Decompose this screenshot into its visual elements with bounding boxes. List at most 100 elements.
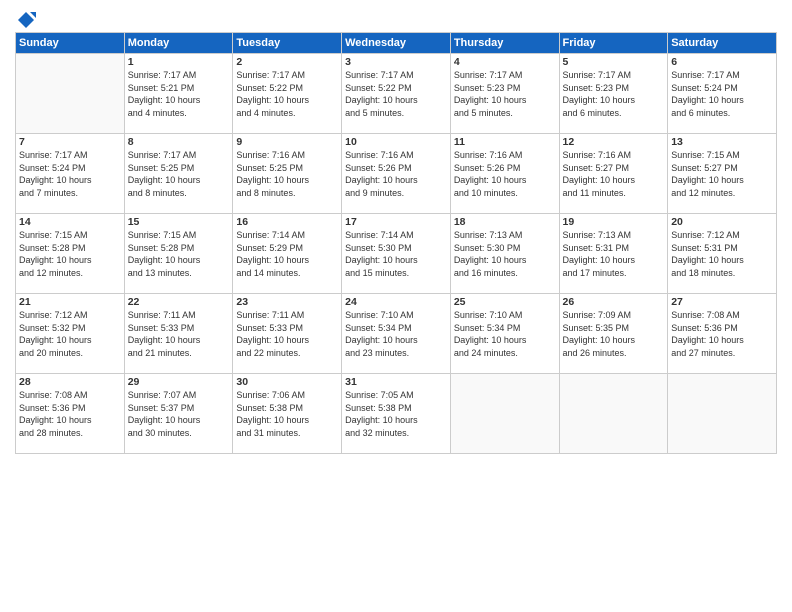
calendar-week-row: 7Sunrise: 7:17 AM Sunset: 5:24 PM Daylig…	[16, 134, 777, 214]
day-number: 30	[236, 376, 338, 388]
day-number: 21	[19, 296, 121, 308]
day-info: Sunrise: 7:05 AM Sunset: 5:38 PM Dayligh…	[345, 389, 447, 439]
calendar-header-sunday: Sunday	[16, 33, 125, 54]
day-info: Sunrise: 7:14 AM Sunset: 5:29 PM Dayligh…	[236, 229, 338, 279]
day-info: Sunrise: 7:16 AM Sunset: 5:26 PM Dayligh…	[454, 149, 556, 199]
calendar-body: 1Sunrise: 7:17 AM Sunset: 5:21 PM Daylig…	[16, 54, 777, 454]
day-number: 29	[128, 376, 230, 388]
calendar-cell: 14Sunrise: 7:15 AM Sunset: 5:28 PM Dayli…	[16, 214, 125, 294]
calendar-week-row: 1Sunrise: 7:17 AM Sunset: 5:21 PM Daylig…	[16, 54, 777, 134]
calendar-header-wednesday: Wednesday	[342, 33, 451, 54]
calendar-cell: 15Sunrise: 7:15 AM Sunset: 5:28 PM Dayli…	[124, 214, 233, 294]
day-number: 13	[671, 136, 773, 148]
day-info: Sunrise: 7:16 AM Sunset: 5:26 PM Dayligh…	[345, 149, 447, 199]
calendar-cell: 22Sunrise: 7:11 AM Sunset: 5:33 PM Dayli…	[124, 294, 233, 374]
day-number: 25	[454, 296, 556, 308]
page: SundayMondayTuesdayWednesdayThursdayFrid…	[0, 0, 792, 612]
day-number: 20	[671, 216, 773, 228]
calendar-cell	[559, 374, 668, 454]
day-info: Sunrise: 7:17 AM Sunset: 5:22 PM Dayligh…	[236, 69, 338, 119]
day-info: Sunrise: 7:13 AM Sunset: 5:30 PM Dayligh…	[454, 229, 556, 279]
day-number: 12	[563, 136, 665, 148]
calendar-cell: 9Sunrise: 7:16 AM Sunset: 5:25 PM Daylig…	[233, 134, 342, 214]
day-info: Sunrise: 7:13 AM Sunset: 5:31 PM Dayligh…	[563, 229, 665, 279]
calendar-cell: 28Sunrise: 7:08 AM Sunset: 5:36 PM Dayli…	[16, 374, 125, 454]
day-number: 17	[345, 216, 447, 228]
day-number: 26	[563, 296, 665, 308]
day-info: Sunrise: 7:17 AM Sunset: 5:24 PM Dayligh…	[671, 69, 773, 119]
day-number: 4	[454, 56, 556, 68]
calendar-cell: 24Sunrise: 7:10 AM Sunset: 5:34 PM Dayli…	[342, 294, 451, 374]
day-info: Sunrise: 7:10 AM Sunset: 5:34 PM Dayligh…	[454, 309, 556, 359]
day-info: Sunrise: 7:17 AM Sunset: 5:23 PM Dayligh…	[454, 69, 556, 119]
day-info: Sunrise: 7:12 AM Sunset: 5:32 PM Dayligh…	[19, 309, 121, 359]
calendar-header-row: SundayMondayTuesdayWednesdayThursdayFrid…	[16, 33, 777, 54]
calendar-cell: 13Sunrise: 7:15 AM Sunset: 5:27 PM Dayli…	[668, 134, 777, 214]
day-info: Sunrise: 7:07 AM Sunset: 5:37 PM Dayligh…	[128, 389, 230, 439]
day-info: Sunrise: 7:11 AM Sunset: 5:33 PM Dayligh…	[236, 309, 338, 359]
day-info: Sunrise: 7:10 AM Sunset: 5:34 PM Dayligh…	[345, 309, 447, 359]
calendar-cell	[668, 374, 777, 454]
day-number: 3	[345, 56, 447, 68]
calendar-cell: 5Sunrise: 7:17 AM Sunset: 5:23 PM Daylig…	[559, 54, 668, 134]
calendar-header-friday: Friday	[559, 33, 668, 54]
calendar-cell: 23Sunrise: 7:11 AM Sunset: 5:33 PM Dayli…	[233, 294, 342, 374]
calendar-cell: 26Sunrise: 7:09 AM Sunset: 5:35 PM Dayli…	[559, 294, 668, 374]
calendar-cell: 4Sunrise: 7:17 AM Sunset: 5:23 PM Daylig…	[450, 54, 559, 134]
calendar-cell: 17Sunrise: 7:14 AM Sunset: 5:30 PM Dayli…	[342, 214, 451, 294]
calendar-cell: 27Sunrise: 7:08 AM Sunset: 5:36 PM Dayli…	[668, 294, 777, 374]
calendar-cell: 12Sunrise: 7:16 AM Sunset: 5:27 PM Dayli…	[559, 134, 668, 214]
calendar-header-thursday: Thursday	[450, 33, 559, 54]
day-info: Sunrise: 7:14 AM Sunset: 5:30 PM Dayligh…	[345, 229, 447, 279]
day-info: Sunrise: 7:15 AM Sunset: 5:28 PM Dayligh…	[19, 229, 121, 279]
calendar-cell: 16Sunrise: 7:14 AM Sunset: 5:29 PM Dayli…	[233, 214, 342, 294]
day-number: 23	[236, 296, 338, 308]
calendar-cell: 1Sunrise: 7:17 AM Sunset: 5:21 PM Daylig…	[124, 54, 233, 134]
day-number: 19	[563, 216, 665, 228]
day-info: Sunrise: 7:15 AM Sunset: 5:27 PM Dayligh…	[671, 149, 773, 199]
day-number: 6	[671, 56, 773, 68]
calendar-cell: 10Sunrise: 7:16 AM Sunset: 5:26 PM Dayli…	[342, 134, 451, 214]
calendar-header-tuesday: Tuesday	[233, 33, 342, 54]
calendar-cell: 30Sunrise: 7:06 AM Sunset: 5:38 PM Dayli…	[233, 374, 342, 454]
day-number: 18	[454, 216, 556, 228]
day-info: Sunrise: 7:17 AM Sunset: 5:22 PM Dayligh…	[345, 69, 447, 119]
day-number: 8	[128, 136, 230, 148]
calendar-cell: 19Sunrise: 7:13 AM Sunset: 5:31 PM Dayli…	[559, 214, 668, 294]
day-number: 31	[345, 376, 447, 388]
calendar-cell: 31Sunrise: 7:05 AM Sunset: 5:38 PM Dayli…	[342, 374, 451, 454]
day-number: 5	[563, 56, 665, 68]
day-info: Sunrise: 7:17 AM Sunset: 5:24 PM Dayligh…	[19, 149, 121, 199]
day-number: 27	[671, 296, 773, 308]
calendar-cell	[16, 54, 125, 134]
header	[15, 10, 777, 26]
calendar-cell: 2Sunrise: 7:17 AM Sunset: 5:22 PM Daylig…	[233, 54, 342, 134]
calendar-week-row: 28Sunrise: 7:08 AM Sunset: 5:36 PM Dayli…	[16, 374, 777, 454]
day-number: 16	[236, 216, 338, 228]
calendar-cell: 7Sunrise: 7:17 AM Sunset: 5:24 PM Daylig…	[16, 134, 125, 214]
calendar-cell	[450, 374, 559, 454]
day-info: Sunrise: 7:12 AM Sunset: 5:31 PM Dayligh…	[671, 229, 773, 279]
day-number: 14	[19, 216, 121, 228]
calendar-cell: 25Sunrise: 7:10 AM Sunset: 5:34 PM Dayli…	[450, 294, 559, 374]
day-number: 22	[128, 296, 230, 308]
day-number: 2	[236, 56, 338, 68]
day-number: 7	[19, 136, 121, 148]
calendar-cell: 3Sunrise: 7:17 AM Sunset: 5:22 PM Daylig…	[342, 54, 451, 134]
calendar-cell: 11Sunrise: 7:16 AM Sunset: 5:26 PM Dayli…	[450, 134, 559, 214]
day-info: Sunrise: 7:17 AM Sunset: 5:23 PM Dayligh…	[563, 69, 665, 119]
calendar-cell: 6Sunrise: 7:17 AM Sunset: 5:24 PM Daylig…	[668, 54, 777, 134]
logo-icon	[16, 10, 36, 30]
calendar-cell: 20Sunrise: 7:12 AM Sunset: 5:31 PM Dayli…	[668, 214, 777, 294]
calendar-header-saturday: Saturday	[668, 33, 777, 54]
day-info: Sunrise: 7:17 AM Sunset: 5:25 PM Dayligh…	[128, 149, 230, 199]
calendar-cell: 8Sunrise: 7:17 AM Sunset: 5:25 PM Daylig…	[124, 134, 233, 214]
calendar-cell: 29Sunrise: 7:07 AM Sunset: 5:37 PM Dayli…	[124, 374, 233, 454]
day-number: 10	[345, 136, 447, 148]
day-info: Sunrise: 7:08 AM Sunset: 5:36 PM Dayligh…	[19, 389, 121, 439]
day-number: 11	[454, 136, 556, 148]
calendar-cell: 21Sunrise: 7:12 AM Sunset: 5:32 PM Dayli…	[16, 294, 125, 374]
day-info: Sunrise: 7:06 AM Sunset: 5:38 PM Dayligh…	[236, 389, 338, 439]
day-info: Sunrise: 7:17 AM Sunset: 5:21 PM Dayligh…	[128, 69, 230, 119]
day-info: Sunrise: 7:15 AM Sunset: 5:28 PM Dayligh…	[128, 229, 230, 279]
